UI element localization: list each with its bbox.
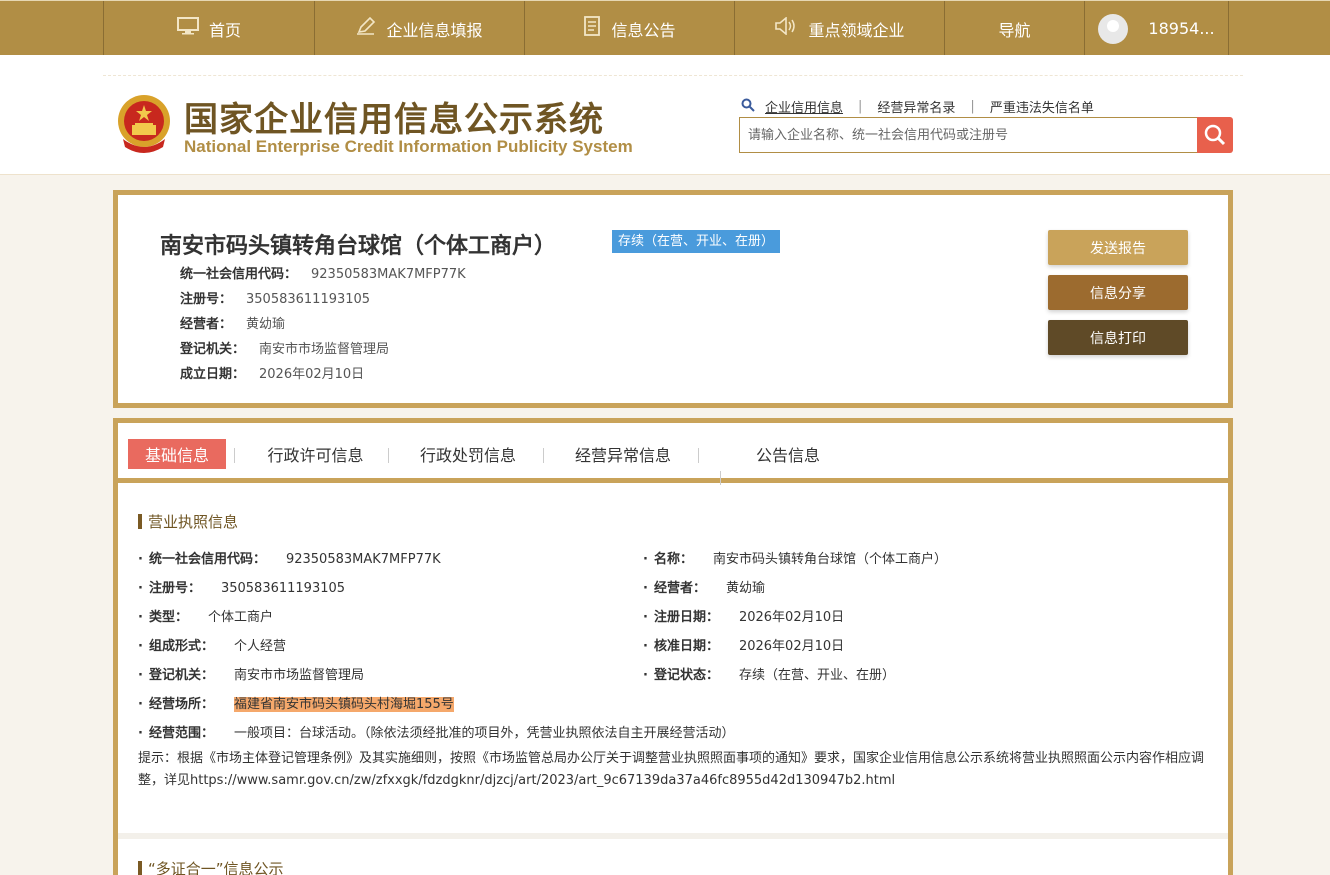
nav-fill-info-label: 企业信息填报 [386, 20, 483, 40]
site-title-en: National Enterprise Credit Information P… [184, 137, 633, 156]
status-badge: 存续（在营、开业、在册） [612, 230, 781, 253]
nav-key-enterprise[interactable]: 重点领域企业 [734, 1, 944, 56]
nav-announcement[interactable]: 信息公告 [524, 1, 734, 56]
national-emblem-icon [115, 93, 173, 157]
search-icon [741, 98, 755, 116]
link-separator: | [858, 99, 863, 114]
summary-credit-code: 统一社会信用代码： 92350583MAK7MFP77K [180, 267, 466, 282]
print-info-button[interactable]: 信息打印 [1048, 320, 1188, 355]
detail-panel: 基础信息 行政许可信息 行政处罚信息 经营异常信息 公告信息 营业执照信息 · 统… [113, 418, 1233, 875]
tab-announcement[interactable]: 公告信息 [728, 439, 848, 469]
document-icon [583, 16, 601, 41]
link-abnormal-list[interactable]: 经营异常名录 [877, 97, 955, 116]
tab-basic-info[interactable]: 基础信息 [128, 439, 226, 469]
premises-highlight: 福建省南安市码头镇码头村海堀155号 [233, 697, 454, 712]
nav-home[interactable]: 首页 [103, 1, 314, 56]
info-tabs: 基础信息 行政许可信息 行政处罚信息 经营异常信息 公告信息 [118, 423, 1228, 485]
top-nav: 首页 企业信息填报 信息公告 重点领域企业 导航 18954... [0, 0, 1330, 56]
link-separator: | [970, 99, 975, 114]
field-approval-date: · 核准日期： 2026年02月10日 [643, 639, 845, 654]
monitor-icon [176, 17, 199, 40]
avatar [1098, 13, 1129, 44]
enterprise-name: 南安市码头镇转角台球馆（个体工商户） [160, 234, 557, 259]
tab-admin-penalty[interactable]: 行政处罚信息 [393, 439, 543, 469]
tab-separator [388, 448, 389, 463]
field-name: · 名称： 南安市码头镇转角台球馆（个体工商户） [643, 552, 947, 567]
section-title-multi-cert: “多证合一”信息公示 [138, 858, 284, 875]
speaker-icon [774, 16, 798, 40]
user-phone: 18954... [1148, 19, 1215, 38]
nav-home-label: 首页 [208, 20, 241, 40]
field-composition: · 组成形式： 个人经营 [138, 639, 286, 654]
field-type: · 类型： 个体工商户 [138, 610, 273, 625]
section-divider [118, 833, 1228, 839]
pen-icon [356, 16, 376, 40]
tab-separator [543, 448, 544, 463]
field-business-scope: · 经营范围： 一般项目：台球活动。（除依法须经批准的项目外，凭营业执照依法自主开展… [138, 726, 735, 741]
nav-announcement-label: 信息公告 [611, 20, 676, 40]
field-credit-code: · 统一社会信用代码： 92350583MAK7MFP77K [138, 552, 441, 567]
tab-admin-license[interactable]: 行政许可信息 [243, 439, 388, 469]
user-menu[interactable]: 18954... [1084, 1, 1229, 56]
field-premises: · 经营场所： 福建省南安市码头镇码头村海堀155号 [138, 697, 454, 712]
section-bar [138, 861, 142, 875]
tab-divider-tick [720, 471, 721, 485]
send-report-button[interactable]: 发送报告 [1048, 230, 1188, 265]
enterprise-summary-card: 南安市码头镇转角台球馆（个体工商户） 存续（在营、开业、在册） 统一社会信用代码… [113, 190, 1233, 408]
field-reg-no: · 注册号： 350583611193105 [138, 581, 346, 596]
search-input[interactable] [740, 118, 1199, 152]
site-title-cn: 国家企业信用信息公示系统 [184, 100, 604, 140]
notice-tip: 提示：根据《市场主体登记管理条例》及其实施细则，按照《市场监管总局办公厅关于调整… [138, 751, 1205, 788]
search-type-links: 企业信用信息 | 经营异常名录 | 严重违法失信名单 [741, 97, 1094, 116]
field-authority: · 登记机关： 南安市市场监督管理局 [138, 668, 364, 683]
nav-guide-label: 导航 [998, 20, 1031, 40]
summary-reg-no: 注册号： 350583611193105 [180, 292, 371, 307]
tab-separator [698, 448, 699, 463]
magnifier-icon [1204, 124, 1226, 146]
field-reg-date: · 注册日期： 2026年02月10日 [643, 610, 845, 625]
nav-fill-info[interactable]: 企业信息填报 [314, 1, 524, 56]
tab-separator [234, 448, 235, 463]
summary-authority: 登记机关： 南安市市场监督管理局 [180, 342, 390, 357]
section-title-license: 营业执照信息 [138, 511, 238, 532]
field-reg-status: · 登记状态： 存续（在营、开业、在册） [643, 668, 895, 683]
link-dishonest-list[interactable]: 严重违法失信名单 [990, 97, 1094, 116]
nav-guide[interactable]: 导航 [944, 1, 1084, 56]
field-operator: · 经营者： 黄幼瑜 [643, 581, 765, 596]
header-divider [103, 75, 1243, 76]
nav-key-enterprise-label: 重点领域企业 [808, 20, 905, 40]
search-button[interactable] [1197, 117, 1233, 153]
share-info-button[interactable]: 信息分享 [1048, 275, 1188, 310]
search-box [739, 117, 1199, 153]
tab-abnormal-operation[interactable]: 经营异常信息 [548, 439, 698, 469]
summary-operator: 经营者： 黄幼瑜 [180, 317, 286, 332]
section-bar [138, 514, 142, 529]
summary-est-date: 成立日期： 2026年02月10日 [180, 367, 365, 382]
link-credit-info[interactable]: 企业信用信息 [765, 97, 843, 116]
site-header: 国家企业信用信息公示系统 National Enterprise Credit … [0, 55, 1330, 175]
